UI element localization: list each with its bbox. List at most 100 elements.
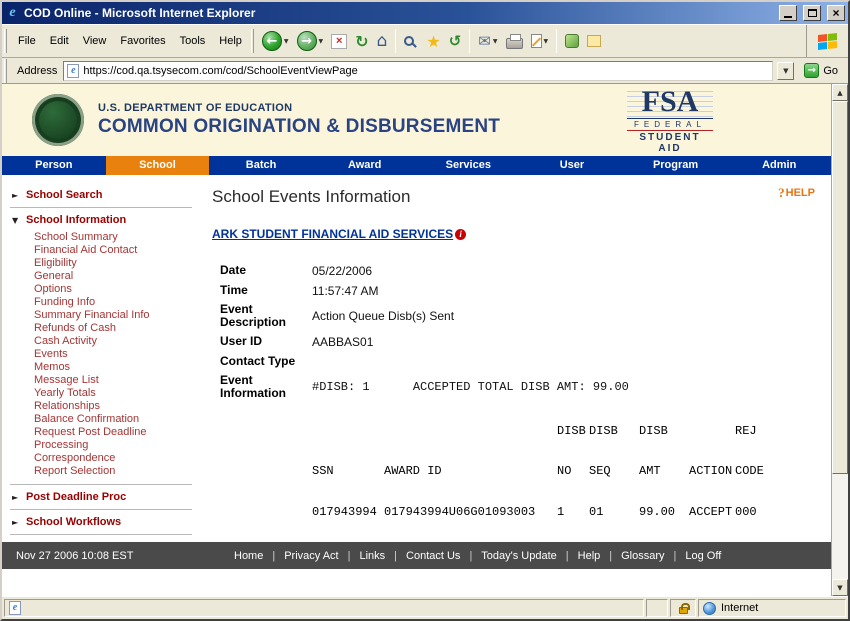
sidebar-item-processing[interactable]: Processing — [34, 439, 192, 452]
table-header-cell: DISB — [589, 424, 639, 464]
field-value: 11:57:47 AM — [312, 284, 379, 298]
close-icon: × — [832, 8, 839, 18]
sidebar-item-school-information[interactable]: School Information — [10, 212, 192, 228]
history-button[interactable]: ↺ — [445, 29, 466, 53]
footer-link-glossary[interactable]: Glossary — [621, 550, 664, 562]
field-row-event-description: Event Description Action Queue Disb(s) S… — [220, 303, 815, 329]
sidebar-item-summary-financial-info[interactable]: Summary Financial Info — [34, 309, 192, 322]
favorites-button[interactable]: ★ — [422, 29, 444, 54]
go-button[interactable]: → Go — [798, 61, 844, 80]
sidebar-item-memos[interactable]: Memos — [34, 361, 192, 374]
sidebar-item-cash-activity[interactable]: Cash Activity — [34, 335, 192, 348]
forward-button[interactable]: → ▼ — [293, 28, 328, 54]
edit-button[interactable]: ▼ — [527, 31, 553, 51]
nav-tab-user[interactable]: User — [520, 156, 624, 175]
toolbar-grip[interactable] — [4, 29, 7, 53]
print-icon — [506, 38, 523, 49]
menu-edit[interactable]: Edit — [43, 31, 76, 51]
sidebar-item-school-workflows[interactable]: School Workflows — [10, 514, 192, 530]
sidebar-item-refunds-of-cash[interactable]: Refunds of Cash — [34, 322, 192, 335]
footer-link-privacy-act[interactable]: Privacy Act — [284, 550, 338, 562]
sidebar-item-financial-aid-contact[interactable]: Financial Aid Contact — [34, 244, 192, 257]
minimize-button[interactable] — [779, 5, 797, 21]
close-button[interactable]: × — [827, 5, 845, 21]
sidebar-item-eligibility[interactable]: Eligibility — [34, 257, 192, 270]
sidebar-item-message-list[interactable]: Message List — [34, 374, 192, 387]
help-question-icon: ? — [778, 187, 785, 198]
table-cell-award-id: 017943994U06G01093003 — [384, 505, 557, 519]
main-nav: Person School Batch Award Services User … — [2, 156, 831, 175]
sidebar-item-school-search[interactable]: School Search — [10, 187, 192, 203]
search-icon — [404, 36, 414, 46]
sidebar-item-yearly-totals[interactable]: Yearly Totals — [34, 387, 192, 400]
messenger-button[interactable] — [561, 31, 583, 51]
sidebar-item-relationships[interactable]: Relationships — [34, 400, 192, 413]
toolbar-grip[interactable] — [251, 29, 254, 53]
footer-separator: | — [609, 550, 612, 562]
table-cell-ssn: 017943994 — [312, 505, 384, 519]
mail-button[interactable]: ✉ ▼ — [474, 29, 501, 53]
table-header-cell: AWARD ID — [384, 464, 557, 505]
vertical-scrollbar[interactable]: ▲ ▼ — [831, 84, 848, 596]
help-link[interactable]: ? HELP — [778, 187, 815, 199]
lock-icon — [679, 607, 688, 614]
scroll-up-button[interactable]: ▲ — [832, 84, 848, 101]
menu-file[interactable]: File — [11, 31, 43, 51]
sidebar: School Search School Information School … — [2, 175, 202, 542]
menu-view[interactable]: View — [76, 31, 114, 51]
sidebar-item-options[interactable]: Options — [34, 283, 192, 296]
table-header-cell: SEQ — [589, 464, 639, 505]
scrollbar-thumb[interactable] — [832, 101, 848, 474]
mail-icon: ✉ — [478, 32, 491, 50]
table-header-cell — [312, 424, 384, 464]
field-value: #DISB: 1 ACCEPTED TOTAL DISB AMT: 99.00 — [312, 380, 629, 394]
refresh-button[interactable]: ↻ — [351, 29, 372, 54]
stop-button[interactable]: × — [327, 31, 351, 52]
menu-help[interactable]: Help — [212, 31, 249, 51]
sidebar-item-request-post-deadline[interactable]: Request Post Deadline — [34, 426, 192, 439]
sidebar-item-school-summary[interactable]: School Summary — [34, 231, 192, 244]
discuss-button[interactable] — [583, 32, 605, 50]
info-icon[interactable]: i — [455, 229, 466, 240]
home-button[interactable]: ⌂ — [373, 28, 392, 54]
sidebar-item-events[interactable]: Events — [34, 348, 192, 361]
footer-link-links[interactable]: Links — [359, 550, 385, 562]
sidebar-item-balance-confirmation[interactable]: Balance Confirmation — [34, 413, 192, 426]
nav-tab-admin[interactable]: Admin — [727, 156, 831, 175]
sidebar-item-funding-info[interactable]: Funding Info — [34, 296, 192, 309]
nav-tab-services[interactable]: Services — [417, 156, 521, 175]
school-name-link[interactable]: ARK STUDENT FINANCIAL AID SERVICES — [212, 227, 453, 241]
scrollbar-track[interactable] — [832, 101, 848, 579]
stop-icon: × — [331, 34, 347, 49]
footer-link-todays-update[interactable]: Today's Update — [481, 550, 556, 562]
sidebar-item-correspondence[interactable]: Correspondence — [34, 452, 192, 465]
address-input[interactable] — [83, 65, 771, 77]
address-dropdown-button[interactable]: ▼ — [777, 62, 794, 80]
scroll-down-button[interactable]: ▼ — [832, 579, 848, 596]
nav-tab-school[interactable]: School — [106, 156, 210, 175]
nav-tab-program[interactable]: Program — [624, 156, 728, 175]
footer-link-log-off[interactable]: Log Off — [685, 550, 721, 562]
footer-link-home[interactable]: Home — [234, 550, 263, 562]
browser-viewport: U.S. DEPARTMENT OF EDUCATION COMMON ORIG… — [2, 84, 848, 596]
sidebar-item-general[interactable]: General — [34, 270, 192, 283]
status-main-pane: e — [4, 599, 644, 617]
menu-favorites[interactable]: Favorites — [113, 31, 172, 51]
nav-tab-award[interactable]: Award — [313, 156, 417, 175]
print-button[interactable] — [502, 30, 527, 52]
footer-link-contact-us[interactable]: Contact Us — [406, 550, 460, 562]
messenger-icon — [565, 34, 579, 48]
maximize-button[interactable] — [803, 5, 821, 21]
nav-tab-batch[interactable]: Batch — [209, 156, 313, 175]
favorites-star-icon: ★ — [426, 32, 440, 51]
search-button[interactable] — [400, 31, 422, 51]
back-button[interactable]: ← ▼ — [258, 28, 293, 54]
footer-link-help[interactable]: Help — [578, 550, 601, 562]
sidebar-item-report-selection[interactable]: Report Selection — [34, 465, 192, 478]
field-label: Event Information — [220, 374, 312, 400]
address-grip[interactable] — [4, 59, 7, 83]
nav-tab-person[interactable]: Person — [2, 156, 106, 175]
sidebar-item-post-deadline-proc[interactable]: Post Deadline Proc — [10, 489, 192, 505]
table-header-cell — [689, 424, 735, 464]
menu-tools[interactable]: Tools — [173, 31, 213, 51]
